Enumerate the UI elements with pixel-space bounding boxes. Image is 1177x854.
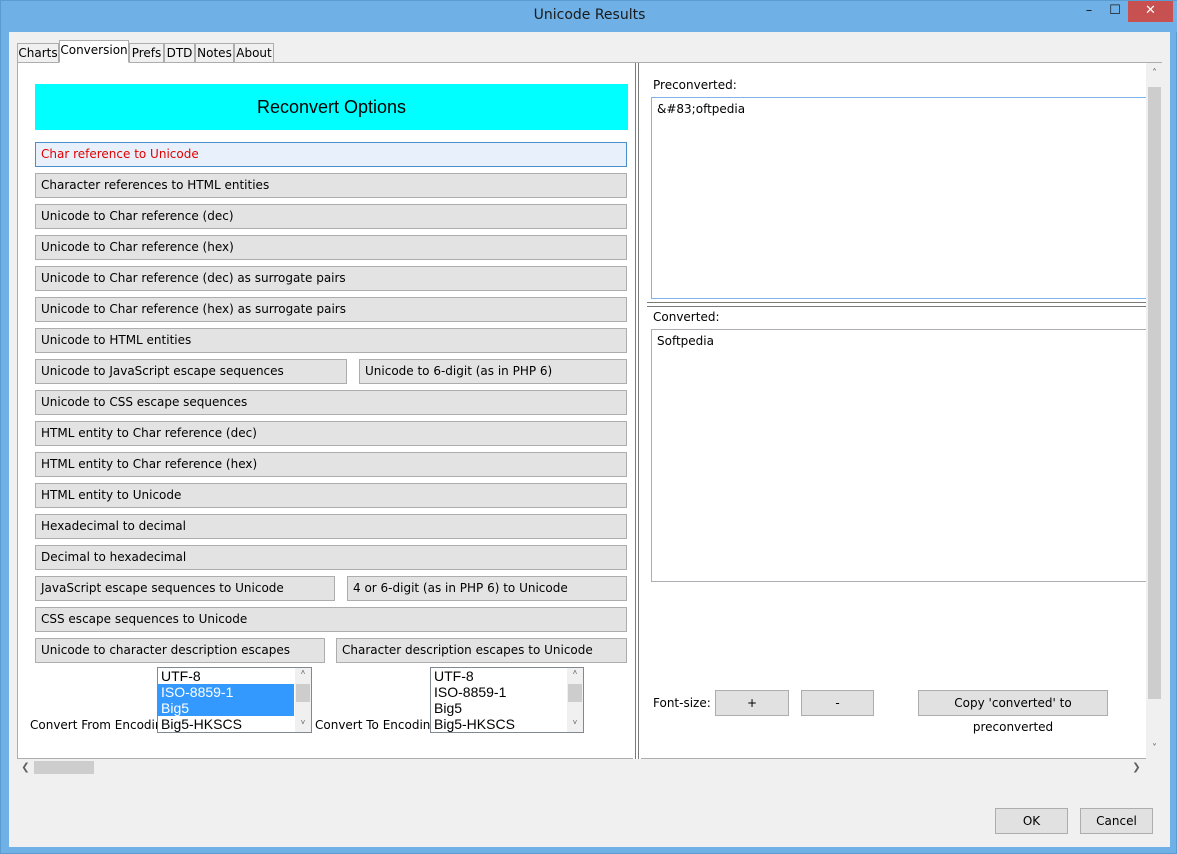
html-entity-to-char-ref-hex-button[interactable]: HTML entity to Char reference (hex) <box>35 452 627 477</box>
unicode-to-char-desc-escapes-button[interactable]: Unicode to character description escapes <box>35 638 325 663</box>
minimize-button[interactable]: – <box>1076 1 1102 22</box>
js-escape-to-unicode-button[interactable]: JavaScript escape sequences to Unicode <box>35 576 335 601</box>
cancel-button[interactable]: Cancel <box>1080 808 1153 834</box>
vertical-splitter[interactable] <box>633 63 641 760</box>
vertical-scrollbar[interactable]: ˄ ˅ <box>1146 63 1163 760</box>
char-desc-escapes-to-unicode-button[interactable]: Character description escapes to Unicode <box>336 638 627 663</box>
tab-about[interactable]: About <box>234 43 274 63</box>
scroll-left-icon[interactable]: ❮ <box>17 759 34 776</box>
decimal-to-hex-button[interactable]: Decimal to hexadecimal <box>35 545 627 570</box>
from-encoding-option[interactable]: Big5-HKSCS <box>158 716 294 732</box>
conversion-panel: Reconvert Options Char reference to Unic… <box>17 62 1163 760</box>
scroll-down-icon[interactable]: ˅ <box>1146 743 1163 754</box>
to-encoding-option[interactable]: UTF-8 <box>431 668 567 684</box>
window-title: Unicode Results <box>533 7 646 23</box>
unicode-to-js-escape-button[interactable]: Unicode to JavaScript escape sequences <box>35 359 347 384</box>
unicode-to-char-ref-dec-surrogate-button[interactable]: Unicode to Char reference (dec) as surro… <box>35 266 627 291</box>
copy-converted-button[interactable]: Copy 'converted' to preconverted <box>918 690 1108 734</box>
scroll-right-icon[interactable]: ❯ <box>1128 759 1145 776</box>
preconverted-textarea[interactable]: &#83;oftpedia <box>651 97 1151 299</box>
from-encoding-option[interactable]: UTF-8 <box>158 668 294 684</box>
font-size-label: Font-size: <box>653 696 711 710</box>
unicode-to-char-ref-hex-surrogate-button[interactable]: Unicode to Char reference (hex) as surro… <box>35 297 627 322</box>
scroll-thumb[interactable] <box>34 761 94 774</box>
horizontal-scrollbar[interactable]: ❮ ❯ <box>17 759 1145 776</box>
unicode-to-char-ref-dec-button[interactable]: Unicode to Char reference (dec) <box>35 204 627 229</box>
tab-notes[interactable]: Notes <box>195 43 234 63</box>
preconverted-label: Preconverted: <box>653 78 737 92</box>
tab-conversion[interactable]: Conversion <box>59 40 129 63</box>
scroll-down-icon[interactable]: ˅ <box>567 718 583 727</box>
char-refs-to-html-entities-button[interactable]: Character references to HTML entities <box>35 173 627 198</box>
tab-dtd[interactable]: DTD <box>164 43 195 63</box>
unicode-to-6-digit-button[interactable]: Unicode to 6-digit (as in PHP 6) <box>359 359 627 384</box>
from-encoding-option[interactable]: Big5 <box>158 700 294 716</box>
to-encoding-scrollbar[interactable]: ˄ ˅ <box>567 668 583 732</box>
app-window: Unicode Results – ☐ ✕ Charts Conversion … <box>0 0 1177 854</box>
from-encoding-listbox[interactable]: UTF-8 ISO-8859-1 Big5 Big5-HKSCS ˄ ˅ <box>157 667 312 733</box>
html-entity-to-unicode-button[interactable]: HTML entity to Unicode <box>35 483 627 508</box>
convert-from-encoding-label: Convert From Encoding <box>30 718 171 732</box>
converted-textarea[interactable]: Softpedia <box>651 329 1151 582</box>
dialog-client: Charts Conversion Prefs DTD Notes About … <box>9 32 1170 847</box>
scroll-thumb[interactable] <box>568 684 582 702</box>
font-size-decrease-button[interactable]: - <box>801 690 874 716</box>
html-entity-to-char-ref-dec-button[interactable]: HTML entity to Char reference (dec) <box>35 421 627 446</box>
scroll-up-icon[interactable]: ˄ <box>1146 68 1163 79</box>
unicode-to-html-entities-button[interactable]: Unicode to HTML entities <box>35 328 627 353</box>
scroll-thumb[interactable] <box>1148 87 1161 699</box>
reconvert-options-banner: Reconvert Options <box>35 84 628 130</box>
char-ref-to-unicode-button[interactable]: Char reference to Unicode <box>35 142 627 167</box>
from-encoding-option[interactable]: ISO-8859-1 <box>158 684 294 700</box>
scroll-thumb[interactable] <box>296 684 310 702</box>
hex-to-decimal-button[interactable]: Hexadecimal to decimal <box>35 514 627 539</box>
to-encoding-option[interactable]: Big5 <box>431 700 567 716</box>
to-encoding-option[interactable]: Big5-HKSCS <box>431 716 567 732</box>
tab-charts[interactable]: Charts <box>17 43 59 63</box>
converted-label: Converted: <box>653 310 720 324</box>
tab-prefs[interactable]: Prefs <box>129 43 164 63</box>
results-pane: Preconverted: &#83;oftpedia Converted: S… <box>641 63 1152 760</box>
horizontal-splitter[interactable] <box>647 302 1152 308</box>
unicode-to-css-escape-button[interactable]: Unicode to CSS escape sequences <box>35 390 627 415</box>
title-bar[interactable]: Unicode Results – ☐ ✕ <box>1 1 1177 32</box>
to-encoding-option[interactable]: ISO-8859-1 <box>431 684 567 700</box>
scroll-up-icon[interactable]: ˄ <box>295 668 311 677</box>
digit-to-unicode-button[interactable]: 4 or 6-digit (as in PHP 6) to Unicode <box>347 576 627 601</box>
close-button[interactable]: ✕ <box>1128 1 1173 22</box>
css-escape-to-unicode-button[interactable]: CSS escape sequences to Unicode <box>35 607 627 632</box>
convert-to-encoding-label: Convert To Encoding <box>315 718 439 732</box>
ok-button[interactable]: OK <box>995 808 1068 834</box>
unicode-to-char-ref-hex-button[interactable]: Unicode to Char reference (hex) <box>35 235 627 260</box>
font-size-increase-button[interactable]: + <box>715 690 789 716</box>
to-encoding-listbox[interactable]: UTF-8 ISO-8859-1 Big5 Big5-HKSCS ˄ ˅ <box>430 667 584 733</box>
scroll-down-icon[interactable]: ˅ <box>295 718 311 727</box>
maximize-button[interactable]: ☐ <box>1102 1 1128 22</box>
reconvert-options-pane: Reconvert Options Char reference to Unic… <box>18 63 633 760</box>
scroll-up-icon[interactable]: ˄ <box>567 668 583 677</box>
from-encoding-scrollbar[interactable]: ˄ ˅ <box>295 668 311 732</box>
